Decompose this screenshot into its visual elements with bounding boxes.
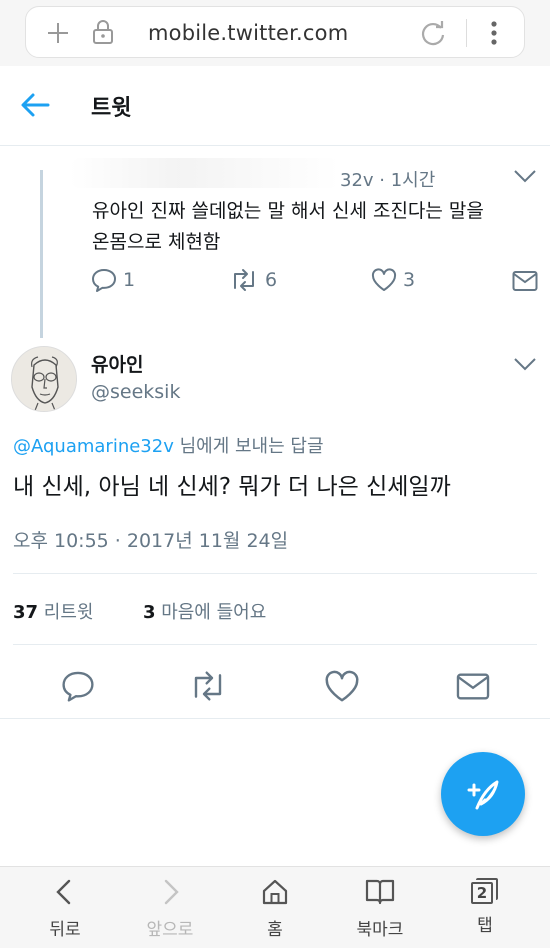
retweets-stat[interactable]: 37 리트윗 bbox=[13, 602, 93, 623]
heart-icon bbox=[371, 268, 397, 291]
likes-stat-count: 3 bbox=[142, 602, 156, 623]
author-name[interactable]: 유아인 bbox=[91, 350, 143, 377]
divider bbox=[13, 573, 537, 574]
parent-retweet-button[interactable]: 6 bbox=[229, 268, 277, 292]
likes-stat-label: 마음에 들어요 bbox=[155, 602, 267, 623]
nav-home[interactable]: 홈 bbox=[235, 877, 315, 940]
thread-line bbox=[40, 170, 43, 338]
tweet-stats: 37 리트윗 3 마음에 들어요 bbox=[13, 598, 266, 624]
chevron-left-icon bbox=[56, 879, 71, 905]
back-arrow-icon[interactable] bbox=[20, 91, 50, 119]
retweet-count: 6 bbox=[265, 269, 278, 291]
url-bar[interactable]: mobile.twitter.com bbox=[25, 6, 525, 58]
nav-bookmarks-label: 북마크 bbox=[356, 920, 404, 940]
page: mobile.twitter.com 트윗 32v · 1시간 유아인 진짜 쓸… bbox=[0, 0, 550, 948]
heart-icon[interactable] bbox=[324, 670, 360, 703]
tabs-icon: 2 bbox=[469, 877, 501, 907]
likes-stat[interactable]: 3 마음에 들어요 bbox=[143, 602, 266, 623]
reply-context-suffix: 님에게 보내는 답글 bbox=[173, 436, 324, 457]
retweets-stat-label: 리트윗 bbox=[38, 602, 94, 623]
home-icon bbox=[262, 879, 288, 905]
parent-tweet-text-line: 온몸으로 체현함 bbox=[92, 231, 221, 253]
reply-icon[interactable] bbox=[61, 670, 95, 702]
compose-tweet-button[interactable] bbox=[441, 752, 525, 836]
more-vertical-icon[interactable] bbox=[486, 19, 502, 47]
browser-bottom-nav: 뒤로 앞으로 홈 북마크 2 탭 bbox=[0, 866, 550, 948]
parent-tweet-text: 유아인 진짜 쓸데없는 말 해서 신세 조진다는 말을 온몸으로 체현함 bbox=[92, 196, 532, 258]
mail-icon[interactable] bbox=[456, 672, 490, 701]
chevron-down-icon[interactable] bbox=[513, 168, 537, 184]
page-title: 트윗 bbox=[91, 96, 132, 121]
url-text[interactable]: mobile.twitter.com bbox=[148, 21, 348, 45]
author-handle[interactable]: @seeksik bbox=[91, 381, 180, 403]
url-separator bbox=[466, 19, 467, 47]
reply-mention-link[interactable]: @Aquamarine32v bbox=[13, 436, 174, 457]
reply-context: @Aquamarine32v 님에게 보내는 답글 bbox=[13, 432, 324, 458]
avatar-sketch bbox=[12, 347, 76, 411]
divider bbox=[13, 644, 537, 645]
nav-forward-label: 앞으로 bbox=[146, 920, 194, 940]
nav-tabs[interactable]: 2 탭 bbox=[445, 877, 525, 936]
reply-count: 1 bbox=[123, 269, 136, 291]
reload-icon[interactable] bbox=[419, 19, 447, 47]
book-icon bbox=[365, 879, 395, 905]
mail-icon[interactable] bbox=[512, 270, 538, 292]
feather-plus-icon bbox=[467, 780, 499, 810]
nav-forward[interactable]: 앞으로 bbox=[130, 877, 210, 940]
retweet-icon bbox=[234, 269, 254, 291]
nav-bookmarks[interactable]: 북마크 bbox=[340, 877, 420, 940]
plus-icon[interactable] bbox=[46, 21, 70, 45]
parent-reply-button[interactable]: 1 bbox=[91, 268, 135, 292]
reply-icon bbox=[92, 269, 116, 292]
chevron-right-icon bbox=[164, 879, 179, 905]
divider bbox=[0, 718, 550, 719]
like-count: 3 bbox=[403, 269, 416, 291]
nav-home-label: 홈 bbox=[267, 920, 283, 940]
twitter-header: 트윗 bbox=[0, 66, 550, 146]
parent-tweet-text-line: 유아인 진짜 쓸데없는 말 해서 신세 조진다는 말을 bbox=[92, 200, 484, 222]
retweet-icon[interactable] bbox=[188, 670, 228, 702]
tweet-actions bbox=[0, 660, 550, 718]
nav-back-label: 뒤로 bbox=[49, 920, 81, 940]
browser-bar: mobile.twitter.com bbox=[0, 0, 550, 66]
avatar[interactable] bbox=[11, 346, 77, 412]
tweet-timestamp: 오후 10:55 · 2017년 11월 24일 bbox=[13, 530, 289, 552]
parent-tweet-meta: 32v · 1시간 bbox=[340, 170, 436, 191]
parent-author-blur bbox=[70, 158, 340, 188]
parent-like-button[interactable]: 3 bbox=[371, 268, 415, 292]
lock-icon bbox=[93, 20, 113, 44]
retweets-stat-count: 37 bbox=[13, 602, 39, 623]
chevron-down-icon[interactable] bbox=[513, 356, 537, 372]
tweet-text: 내 신세, 아님 네 신세? 뭐가 더 나은 신세일까 bbox=[13, 474, 451, 500]
nav-tabs-label: 탭 bbox=[477, 916, 493, 936]
nav-back[interactable]: 뒤로 bbox=[25, 877, 105, 940]
tabs-count: 2 bbox=[471, 882, 493, 904]
